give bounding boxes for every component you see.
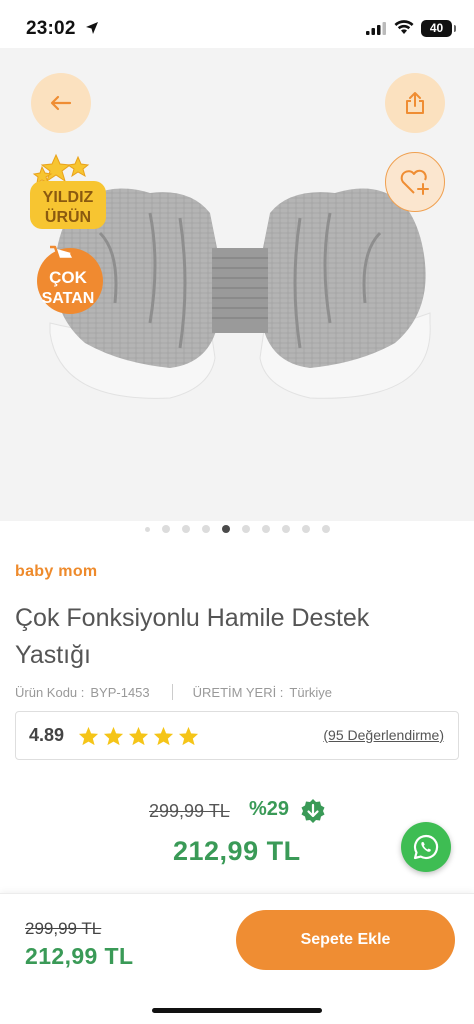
cart-badge-line2: SATAN [42, 290, 95, 307]
star-product-badge: YILDIZ ÜRÜN [30, 153, 106, 229]
pagination-dot[interactable] [261, 525, 270, 533]
share-icon [406, 92, 424, 114]
star-badge-line2: ÜRÜN [45, 207, 91, 226]
pagination-dot[interactable] [144, 526, 150, 532]
bottom-current-price: 212,99 TL [25, 943, 134, 969]
pagination-dot[interactable] [281, 525, 290, 533]
star-badge-line1: YILDIZ [43, 189, 94, 206]
home-indicator[interactable] [152, 1008, 322, 1013]
best-seller-badge: ÇOK SATAN [37, 245, 103, 314]
discount-down-arrow-icon [301, 799, 325, 823]
rating-stars [78, 726, 199, 746]
star-icon [78, 726, 99, 745]
wifi-icon [394, 20, 414, 34]
arrow-left-icon [50, 95, 72, 111]
pagination-dot[interactable] [181, 525, 190, 533]
product-code-value: BYP-1453 [90, 684, 150, 700]
share-button[interactable] [385, 73, 445, 133]
brand-name[interactable]: baby mom [15, 563, 97, 581]
discount-percent: %29 [249, 798, 290, 820]
back-button[interactable] [31, 73, 91, 133]
star-icon [103, 726, 124, 745]
status-bar: 23:02 40 [0, 0, 474, 48]
product-title: Çok Fonksiyonlu Hamile Destek Yastığı [15, 604, 370, 669]
pagination-dot[interactable] [161, 525, 170, 533]
image-pagination[interactable] [0, 525, 474, 533]
current-price: 212,99 TL [173, 836, 301, 866]
star-icon [178, 726, 199, 745]
cellular-signal-icon [366, 22, 386, 35]
meta-divider [171, 684, 173, 700]
add-to-cart-button[interactable]: Sepete Ekle [236, 910, 455, 970]
rating-summary[interactable]: 4.89 (95 Değerlendirme) [15, 711, 459, 760]
origin-value: Türkiye [289, 684, 333, 700]
whatsapp-button[interactable] [401, 822, 451, 872]
whatsapp-icon [413, 834, 439, 860]
pagination-dot[interactable] [241, 525, 250, 533]
pagination-dot[interactable] [321, 525, 330, 533]
add-to-favorites-button[interactable] [385, 152, 445, 212]
location-arrow-icon [86, 22, 98, 34]
pagination-dot[interactable] [201, 525, 210, 533]
origin-label: ÜRETİM YERİ : [192, 684, 284, 700]
status-time: 23:02 [26, 18, 76, 39]
cart-badge-line1: ÇOK [49, 268, 88, 287]
rating-value: 4.89 [29, 725, 65, 745]
heart-plus-icon [400, 169, 429, 195]
product-meta: Ürün Kodu : BYP-1453 ÜRETİM YERİ : Türki… [15, 684, 332, 700]
product-code-label: Ürün Kodu : [15, 684, 85, 700]
bottom-old-price: 299,99 TL [25, 919, 102, 938]
old-price: 299,99 TL [149, 801, 230, 821]
pagination-dot[interactable] [301, 525, 310, 533]
star-icon [128, 726, 149, 745]
bottom-purchase-bar: 299,99 TL 212,99 TL Sepete Ekle [0, 893, 474, 1024]
pagination-dot[interactable] [221, 525, 230, 533]
reviews-link[interactable]: (95 Değerlendirme) [323, 727, 444, 743]
battery-indicator: 40 [421, 20, 456, 37]
product-image-gallery[interactable]: YILDIZ ÜRÜN ÇOK SATAN [0, 48, 474, 521]
star-icon [153, 726, 174, 745]
